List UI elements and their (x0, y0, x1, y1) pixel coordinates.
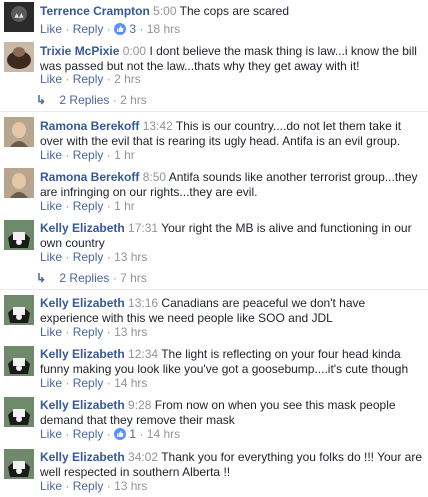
comment-actions: Like · Reply · 13 hrs (40, 479, 148, 493)
avatar[interactable] (4, 449, 34, 479)
commenter-name[interactable]: Terrence Crampton (40, 4, 150, 18)
comment: Kelly Elizabeth 12:34 The light is refle… (0, 346, 428, 390)
reply-arrow-icon: ↳ (36, 271, 47, 285)
divider (0, 111, 428, 112)
comment-actions: Like · Reply · 1 hr (40, 148, 135, 162)
reply-button[interactable]: Reply (73, 325, 104, 339)
comment-body: Trixie McPixie 0:00 I dont believe the m… (40, 44, 424, 74)
commenter-name[interactable]: Kelly Elizabeth (40, 347, 125, 361)
like-button[interactable]: Like (40, 250, 62, 264)
reply-button[interactable]: Reply (73, 479, 104, 493)
comment-age[interactable]: 1 hr (114, 148, 135, 162)
avatar[interactable] (4, 346, 34, 376)
reply-button[interactable]: Reply (73, 427, 104, 441)
comment-actions: Like · Reply · 13 hrs (40, 250, 148, 264)
comment-body: Terrence Crampton 5:00 The cops are scar… (40, 4, 424, 19)
comment-age[interactable]: 13 hrs (114, 479, 147, 493)
comment-age[interactable]: 13 hrs (114, 325, 147, 339)
replies-age[interactable]: 7 hrs (120, 271, 147, 285)
avatar[interactable]: ▲▲ (4, 2, 34, 32)
comment-actions: Like · Reply · 2 hrs (40, 72, 141, 86)
comment-age[interactable]: 14 hrs (114, 376, 147, 390)
like-button[interactable]: Like (40, 199, 62, 213)
reply-button[interactable]: Reply (73, 199, 104, 213)
comment-time[interactable]: 13:16 (128, 296, 158, 310)
reply-button[interactable]: Reply (73, 148, 104, 162)
commenter-name[interactable]: Kelly Elizabeth (40, 398, 125, 412)
divider (0, 289, 428, 290)
like-reaction-icon[interactable] (114, 428, 127, 444)
comment: Kelly Elizabeth 13:16 Canadians are peac… (0, 295, 428, 339)
like-button[interactable]: Like (40, 22, 62, 36)
like-button[interactable]: Like (40, 376, 62, 390)
comment-actions: Like · Reply · 1 hr (40, 199, 135, 213)
commenter-name[interactable]: Kelly Elizabeth (40, 296, 125, 310)
view-replies[interactable]: ↳ 2 Replies · 7 hrs (36, 271, 147, 286)
comment: Ramona Berekoff 13:42 This is our countr… (0, 117, 428, 162)
reply-button[interactable]: Reply (73, 250, 104, 264)
comment-body: Kelly Elizabeth 17:31 Your right the MB … (40, 221, 424, 251)
comment-body: Ramona Berekoff 8:50 Antifa sounds like … (40, 170, 424, 200)
avatar[interactable] (4, 117, 34, 147)
reply-button[interactable]: Reply (73, 72, 104, 86)
comment-time[interactable]: 34:02 (128, 450, 158, 464)
comment-actions: Like · Reply · 14 hrs (40, 376, 148, 390)
comment-body: Kelly Elizabeth 34:02 Thank you for ever… (40, 450, 424, 480)
commenter-name[interactable]: Kelly Elizabeth (40, 221, 125, 235)
comment-time[interactable]: 0:00 (123, 44, 146, 58)
commenter-name[interactable]: Ramona Berekoff (40, 170, 139, 184)
view-replies[interactable]: ↳ 2 Replies · 2 hrs (36, 93, 147, 108)
comment-age[interactable]: 1 hr (114, 199, 135, 213)
commenter-name[interactable]: Ramona Berekoff (40, 119, 139, 133)
comment-actions: Like · Reply · 3 · 18 hrs (40, 22, 180, 39)
comment-actions: Like · Reply · 1 · 14 hrs (40, 427, 180, 444)
comment: Kelly Elizabeth 17:31 Your right the MB … (0, 220, 428, 264)
avatar[interactable] (4, 397, 34, 427)
comment-time[interactable]: 17:31 (128, 221, 158, 235)
like-button[interactable]: Like (40, 427, 62, 441)
comment-time[interactable]: 13:42 (143, 119, 173, 133)
replies-age[interactable]: 2 hrs (120, 93, 147, 107)
comment: Kelly Elizabeth 9:28 From now on when yo… (0, 397, 428, 441)
comment: Trixie McPixie 0:00 I dont believe the m… (0, 42, 428, 86)
reaction-count[interactable]: 1 (129, 427, 136, 441)
reply-button[interactable]: Reply (73, 376, 104, 390)
comment: Kelly Elizabeth 34:02 Thank you for ever… (0, 449, 428, 493)
comment-age[interactable]: 13 hrs (114, 250, 147, 264)
comment-body: Kelly Elizabeth 13:16 Canadians are peac… (40, 296, 424, 326)
comment-time[interactable]: 5:00 (153, 4, 176, 18)
comment-body: Kelly Elizabeth 12:34 The light is refle… (40, 347, 424, 377)
reaction-count[interactable]: 3 (129, 22, 136, 36)
svg-text:▲▲: ▲▲ (14, 12, 24, 19)
comment-actions: Like · Reply · 13 hrs (40, 325, 148, 339)
replies-link[interactable]: 2 Replies (59, 93, 109, 107)
like-reaction-icon[interactable] (114, 23, 127, 39)
reply-arrow-icon: ↳ (36, 93, 47, 107)
avatar[interactable] (4, 295, 34, 325)
avatar[interactable] (4, 220, 34, 250)
like-button[interactable]: Like (40, 325, 62, 339)
comment-time[interactable]: 9:28 (128, 398, 151, 412)
commenter-name[interactable]: Kelly Elizabeth (40, 450, 125, 464)
like-button[interactable]: Like (40, 148, 62, 162)
like-button[interactable]: Like (40, 479, 62, 493)
replies-link[interactable]: 2 Replies (59, 271, 109, 285)
comment-age[interactable]: 2 hrs (114, 72, 141, 86)
comment-age[interactable]: 14 hrs (147, 427, 180, 441)
comment-body: Ramona Berekoff 13:42 This is our countr… (40, 119, 424, 149)
comment: Ramona Berekoff 8:50 Antifa sounds like … (0, 168, 428, 213)
comment-body: Kelly Elizabeth 9:28 From now on when yo… (40, 398, 424, 428)
avatar[interactable] (4, 42, 34, 72)
comment: ▲▲ Terrence Crampton 5:00 The cops are s… (0, 2, 428, 36)
commenter-name[interactable]: Trixie McPixie (40, 44, 119, 58)
comment-text: The cops are scared (179, 4, 290, 18)
like-button[interactable]: Like (40, 72, 62, 86)
comment-age[interactable]: 18 hrs (147, 22, 180, 36)
comment-time[interactable]: 8:50 (143, 170, 166, 184)
avatar[interactable] (4, 168, 34, 198)
comment-time[interactable]: 12:34 (128, 347, 158, 361)
reply-button[interactable]: Reply (73, 22, 104, 36)
comments-panel: ▲▲ Terrence Crampton 5:00 The cops are s… (0, 0, 428, 497)
